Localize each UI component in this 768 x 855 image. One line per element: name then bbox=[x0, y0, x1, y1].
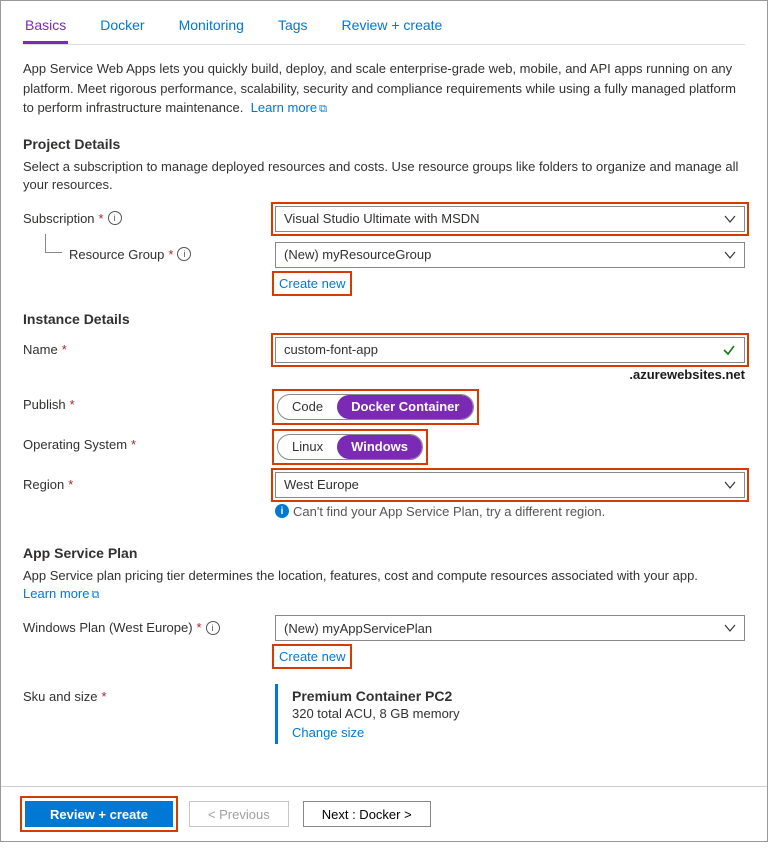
footer-bar: Review + create < Previous Next : Docker… bbox=[1, 786, 767, 841]
info-icon[interactable]: i bbox=[177, 247, 191, 261]
region-dropdown[interactable]: West Europe bbox=[275, 472, 745, 498]
instance-details-heading: Instance Details bbox=[23, 311, 745, 327]
windows-plan-label: Windows Plan (West Europe)* i bbox=[23, 615, 275, 635]
publish-toggle: Code Docker Container bbox=[277, 394, 474, 420]
region-hint: i Can't find your App Service Plan, try … bbox=[275, 504, 745, 519]
rg-create-new-link[interactable]: Create new bbox=[279, 276, 345, 291]
info-blue-icon: i bbox=[275, 504, 289, 518]
resource-group-label: Resource Group* i bbox=[23, 242, 275, 262]
name-label: Name* bbox=[23, 337, 275, 357]
sku-sub: 320 total ACU, 8 GB memory bbox=[292, 706, 745, 721]
publish-code-option[interactable]: Code bbox=[278, 395, 337, 419]
review-create-button[interactable]: Review + create bbox=[25, 801, 173, 827]
app-service-plan-desc: App Service plan pricing tier determines… bbox=[23, 567, 745, 604]
windows-plan-dropdown[interactable]: (New) myAppServicePlan bbox=[275, 615, 745, 641]
chevron-down-icon bbox=[724, 622, 736, 637]
publish-label: Publish* bbox=[23, 392, 275, 412]
os-label: Operating System* bbox=[23, 432, 275, 452]
tab-review[interactable]: Review + create bbox=[340, 11, 445, 44]
sku-box: Premium Container PC2 320 total ACU, 8 G… bbox=[275, 684, 745, 744]
region-label: Region* bbox=[23, 472, 275, 492]
publish-docker-option[interactable]: Docker Container bbox=[337, 395, 473, 419]
project-details-heading: Project Details bbox=[23, 136, 745, 152]
sku-title: Premium Container PC2 bbox=[292, 688, 745, 704]
project-details-desc: Select a subscription to manage deployed… bbox=[23, 158, 745, 194]
external-link-icon: ⧉ bbox=[319, 103, 327, 115]
info-icon[interactable]: i bbox=[108, 211, 122, 225]
tab-monitoring[interactable]: Monitoring bbox=[177, 11, 246, 44]
chevron-down-icon bbox=[724, 479, 736, 494]
chevron-down-icon bbox=[724, 213, 736, 228]
change-size-link[interactable]: Change size bbox=[292, 725, 745, 740]
info-icon[interactable]: i bbox=[206, 621, 220, 635]
tab-bar: Basics Docker Monitoring Tags Review + c… bbox=[23, 1, 745, 45]
name-input[interactable]: custom-font-app bbox=[275, 337, 745, 363]
app-service-plan-heading: App Service Plan bbox=[23, 545, 745, 561]
plan-learn-more-link[interactable]: Learn more⧉ bbox=[23, 586, 99, 601]
check-icon bbox=[722, 343, 736, 360]
name-suffix: .azurewebsites.net bbox=[275, 367, 745, 382]
chevron-down-icon bbox=[724, 249, 736, 264]
plan-create-new-link[interactable]: Create new bbox=[279, 649, 345, 664]
next-button[interactable]: Next : Docker > bbox=[303, 801, 431, 827]
subscription-label: Subscription* i bbox=[23, 206, 275, 226]
tab-docker[interactable]: Docker bbox=[98, 11, 146, 44]
intro-text: App Service Web Apps lets you quickly bu… bbox=[23, 59, 745, 118]
subscription-dropdown[interactable]: Visual Studio Ultimate with MSDN bbox=[275, 206, 745, 232]
sku-label: Sku and size* bbox=[23, 684, 275, 704]
os-windows-option[interactable]: Windows bbox=[337, 435, 422, 459]
tab-tags[interactable]: Tags bbox=[276, 11, 310, 44]
os-linux-option[interactable]: Linux bbox=[278, 435, 337, 459]
external-link-icon: ⧉ bbox=[91, 589, 99, 601]
resource-group-dropdown[interactable]: (New) myResourceGroup bbox=[275, 242, 745, 268]
intro-learn-more-link[interactable]: Learn more⧉ bbox=[251, 100, 327, 115]
os-toggle: Linux Windows bbox=[277, 434, 423, 460]
tab-basics[interactable]: Basics bbox=[23, 11, 68, 44]
previous-button: < Previous bbox=[189, 801, 289, 827]
